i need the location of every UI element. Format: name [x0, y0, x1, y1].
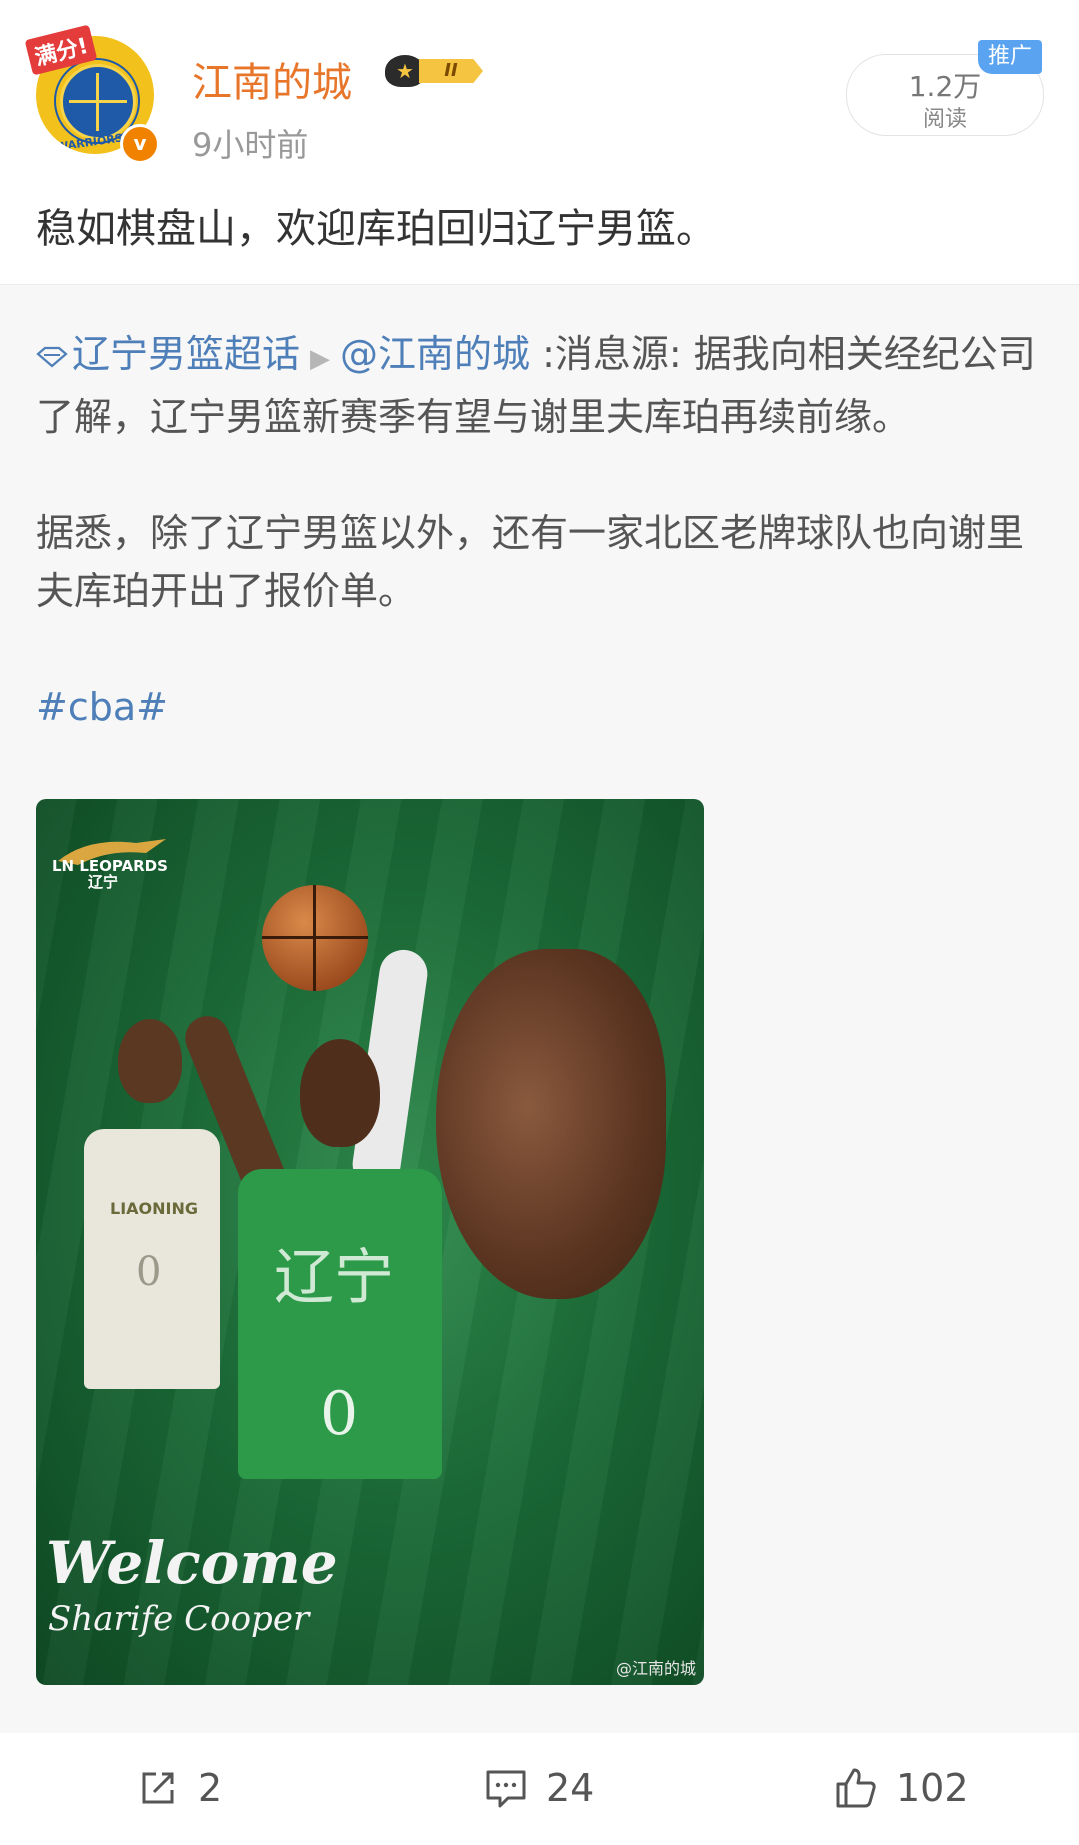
- player-name-text: Sharife Cooper: [48, 1599, 310, 1639]
- basketball: [262, 885, 368, 991]
- repost-para2: 据悉，除了辽宁男篮以外，还有一家北区老牌球队也向谢里夫库珀开出了报价单。: [36, 511, 1025, 613]
- comment-button[interactable]: 24: [484, 1763, 594, 1813]
- comment-count: 24: [546, 1766, 595, 1810]
- team-logo-sub: 辽宁: [88, 873, 118, 889]
- share-button[interactable]: 2: [136, 1763, 222, 1813]
- warriors-logo: [60, 64, 136, 140]
- post-time: 9小时前: [192, 126, 309, 164]
- main-jersey-number: 0: [320, 1379, 359, 1449]
- comment-icon: [486, 1770, 526, 1808]
- share-icon: [142, 1772, 174, 1804]
- vip-level: II: [419, 59, 483, 83]
- like-count: 102: [896, 1766, 969, 1810]
- left-jersey-number: 0: [136, 1249, 162, 1295]
- hashtag-link[interactable]: #cba#: [36, 678, 1046, 736]
- repost-text: 辽宁男篮超话 ▶ @江南的城 :消息源: 据我向相关经纪公司了解，辽宁男篮新赛季有望…: [36, 325, 1046, 736]
- vip-badge[interactable]: ★ II: [385, 53, 495, 89]
- player-main-head: [300, 1039, 380, 1147]
- thumbs-up-icon: [836, 1768, 876, 1808]
- share-count: 2: [198, 1766, 223, 1810]
- post-text: 稳如棋盘山，欢迎库珀回归辽宁男篮。: [36, 206, 716, 252]
- topic-link[interactable]: 辽宁男篮超话: [36, 332, 300, 376]
- like-button[interactable]: 102: [834, 1763, 969, 1813]
- promo-tag: 推广: [978, 40, 1042, 74]
- player-main-figure: 辽宁 0: [178, 946, 476, 1589]
- read-label: 阅读: [922, 107, 967, 132]
- action-bar: 2 24 102: [0, 1733, 1079, 1845]
- team-logo: LN LEOPARDS 辽宁: [52, 839, 168, 889]
- diamond-icon: [36, 346, 68, 367]
- post-image[interactable]: LN LEOPARDS 辽宁 LIAONING 0 辽宁 0 Welcome S…: [36, 799, 704, 1685]
- image-watermark: @江南的城: [615, 1659, 696, 1678]
- triangle-icon: ▶: [310, 344, 331, 374]
- username[interactable]: 江南的城: [192, 50, 352, 108]
- repost-card[interactable]: 辽宁男篮超话 ▶ @江南的城 :消息源: 据我向相关经纪公司了解，辽宁男篮新赛季有望…: [0, 284, 1079, 1733]
- player-left-head: [118, 1019, 182, 1103]
- main-jersey-text: 辽宁: [274, 1243, 394, 1313]
- welcome-text: Welcome: [46, 1529, 338, 1597]
- topic-label: 辽宁男篮超话: [72, 332, 301, 376]
- verified-icon: v: [120, 124, 160, 164]
- left-jersey-text: LIAONING: [110, 1199, 198, 1218]
- mention-link[interactable]: @江南的城: [340, 332, 530, 376]
